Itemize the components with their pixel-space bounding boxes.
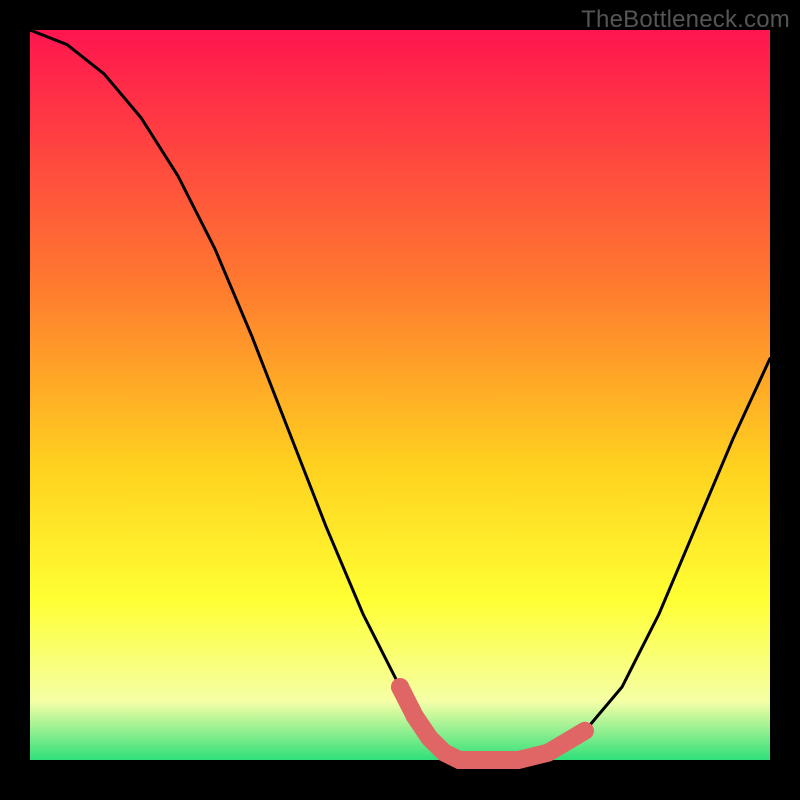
plot-gradient-area — [30, 30, 770, 760]
accent-dot — [406, 707, 424, 725]
accent-dot — [391, 678, 409, 696]
watermark-text: TheBottleneck.com — [581, 6, 790, 34]
chart-svg — [0, 0, 800, 800]
chart-stage: TheBottleneck.com — [0, 0, 800, 800]
